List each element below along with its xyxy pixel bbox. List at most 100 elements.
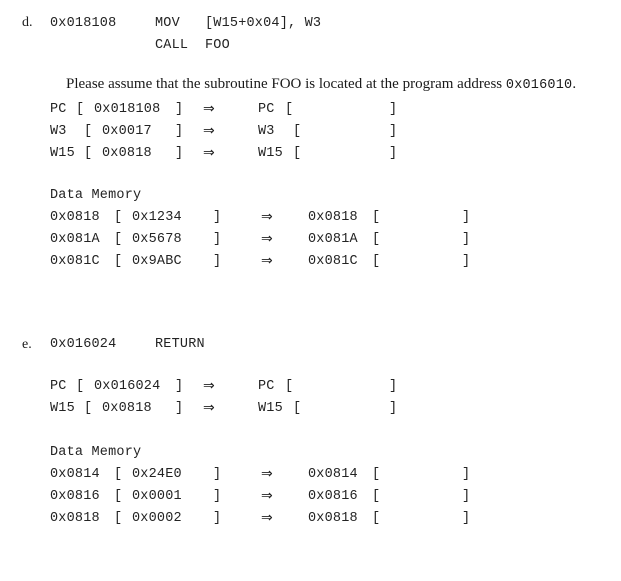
transition-arrow-memory-e-2: ⇒ — [261, 510, 273, 526]
register-name-after-e-1: W15 — [258, 401, 283, 416]
memory-bracket-open-d-1: [ — [114, 232, 123, 247]
section-marker-e: e. — [22, 337, 32, 352]
register-bracket-open-after-e-0: [ — [285, 379, 294, 394]
register-name-after-d-0: PC — [258, 102, 275, 117]
memory-after-address-e-0: 0x0814 — [308, 467, 358, 482]
section-note-d-before: Please assume that the subroutine FOO is… — [66, 76, 506, 92]
memory-address-e-0: 0x0814 — [50, 467, 100, 482]
register-name-d-0: PC — [50, 102, 67, 117]
register-before-value-d-0: 0x018108 — [94, 102, 161, 117]
memory-bracket-close-after-e-0: ] — [462, 467, 471, 482]
transition-arrow-memory-e-1: ⇒ — [261, 488, 273, 504]
register-bracket-open-e-1: [ — [84, 401, 93, 416]
memory-address-e-1: 0x0816 — [50, 489, 100, 504]
register-before-value-d-2: 0x0818 — [102, 146, 152, 161]
register-bracket-open-d-2: [ — [84, 146, 93, 161]
register-bracket-close-after-d-1: ] — [389, 124, 398, 139]
memory-after-address-d-2: 0x081C — [308, 254, 358, 269]
memory-address-d-0: 0x0818 — [50, 210, 100, 225]
register-bracket-close-d-1: ] — [175, 124, 184, 139]
memory-bracket-close-d-1: ] — [213, 232, 222, 247]
memory-bracket-close-after-e-2: ] — [462, 511, 471, 526]
memory-bracket-open-after-e-2: [ — [372, 511, 381, 526]
register-name-d-1: W3 — [50, 124, 67, 139]
register-name-e-1: W15 — [50, 401, 75, 416]
memory-before-value-e-1: 0x0001 — [132, 489, 182, 504]
register-name-e-0: PC — [50, 379, 67, 394]
register-bracket-close-after-d-0: ] — [389, 102, 398, 117]
transition-arrow-e-1: ⇒ — [203, 400, 215, 416]
register-before-value-e-1: 0x0818 — [102, 401, 152, 416]
register-bracket-open-d-0: [ — [76, 102, 85, 117]
transition-arrow-memory-d-2: ⇒ — [261, 253, 273, 269]
register-before-value-e-0: 0x016024 — [94, 379, 161, 394]
instruction-mnemonic-d-1: CALL — [155, 38, 189, 53]
memory-bracket-close-after-d-1: ] — [462, 232, 471, 247]
memory-bracket-close-e-0: ] — [213, 467, 222, 482]
memory-bracket-close-after-e-1: ] — [462, 489, 471, 504]
register-name-after-d-2: W15 — [258, 146, 283, 161]
memory-bracket-open-after-e-0: [ — [372, 467, 381, 482]
memory-bracket-open-after-e-1: [ — [372, 489, 381, 504]
transition-arrow-d-0: ⇒ — [203, 101, 215, 117]
memory-address-e-2: 0x0818 — [50, 511, 100, 526]
register-bracket-close-d-0: ] — [175, 102, 184, 117]
memory-address-d-1: 0x081A — [50, 232, 100, 247]
data-memory-heading-d: Data Memory — [50, 188, 142, 203]
memory-before-value-d-2: 0x9ABC — [132, 254, 182, 269]
data-memory-heading-e: Data Memory — [50, 445, 142, 460]
register-bracket-close-e-1: ] — [175, 401, 184, 416]
transition-arrow-memory-d-0: ⇒ — [261, 209, 273, 225]
instruction-mnemonic-e-0: RETURN — [155, 337, 205, 352]
transition-arrow-d-2: ⇒ — [203, 145, 215, 161]
memory-after-address-d-0: 0x0818 — [308, 210, 358, 225]
memory-bracket-open-after-d-2: [ — [372, 254, 381, 269]
memory-bracket-close-e-2: ] — [213, 511, 222, 526]
instruction-address-d-0: 0x018108 — [50, 16, 117, 31]
section-marker-d: d. — [22, 15, 33, 30]
section-note-d-code: 0x016010 — [505, 78, 573, 93]
memory-after-address-d-1: 0x081A — [308, 232, 358, 247]
transition-arrow-memory-e-0: ⇒ — [261, 466, 273, 482]
memory-bracket-open-e-2: [ — [114, 511, 123, 526]
register-bracket-close-after-e-1: ] — [389, 401, 398, 416]
memory-before-value-d-0: 0x1234 — [132, 210, 182, 225]
memory-after-address-e-2: 0x0818 — [308, 511, 358, 526]
document-page: d. 0x018108 MOV [W15+0x04], W3 CALL FOO … — [0, 0, 621, 581]
memory-bracket-close-after-d-2: ] — [462, 254, 471, 269]
memory-bracket-close-e-1: ] — [213, 489, 222, 504]
register-bracket-close-after-e-0: ] — [389, 379, 398, 394]
memory-bracket-close-after-d-0: ] — [462, 210, 471, 225]
memory-bracket-open-after-d-0: [ — [372, 210, 381, 225]
memory-bracket-open-d-0: [ — [114, 210, 123, 225]
register-bracket-close-after-d-2: ] — [389, 146, 398, 161]
memory-bracket-open-e-1: [ — [114, 489, 123, 504]
memory-after-address-e-1: 0x0816 — [308, 489, 358, 504]
memory-bracket-open-d-2: [ — [114, 254, 123, 269]
section-note-d-after: . — [572, 76, 577, 92]
register-name-after-d-1: W3 — [258, 124, 275, 139]
memory-bracket-open-after-d-1: [ — [372, 232, 381, 247]
register-bracket-open-after-e-1: [ — [293, 401, 302, 416]
memory-bracket-close-d-0: ] — [213, 210, 222, 225]
memory-before-value-e-0: 0x24E0 — [132, 467, 182, 482]
instruction-address-e-0: 0x016024 — [50, 337, 117, 352]
instruction-operands-d-1: FOO — [205, 38, 230, 53]
register-name-after-e-0: PC — [258, 379, 275, 394]
transition-arrow-d-1: ⇒ — [203, 123, 215, 139]
register-name-d-2: W15 — [50, 146, 75, 161]
instruction-operands-d-0: [W15+0x04], W3 — [205, 16, 322, 31]
memory-before-value-d-1: 0x5678 — [132, 232, 182, 247]
register-bracket-open-after-d-0: [ — [285, 102, 294, 117]
memory-bracket-close-d-2: ] — [213, 254, 222, 269]
memory-bracket-open-e-0: [ — [114, 467, 123, 482]
register-bracket-open-e-0: [ — [76, 379, 85, 394]
register-bracket-open-after-d-2: [ — [293, 146, 302, 161]
register-bracket-close-d-2: ] — [175, 146, 184, 161]
transition-arrow-memory-d-1: ⇒ — [261, 231, 273, 247]
register-bracket-open-after-d-1: [ — [293, 124, 302, 139]
register-before-value-d-1: 0x0017 — [102, 124, 152, 139]
transition-arrow-e-0: ⇒ — [203, 378, 215, 394]
instruction-mnemonic-d-0: MOV — [155, 16, 180, 31]
memory-address-d-2: 0x081C — [50, 254, 100, 269]
